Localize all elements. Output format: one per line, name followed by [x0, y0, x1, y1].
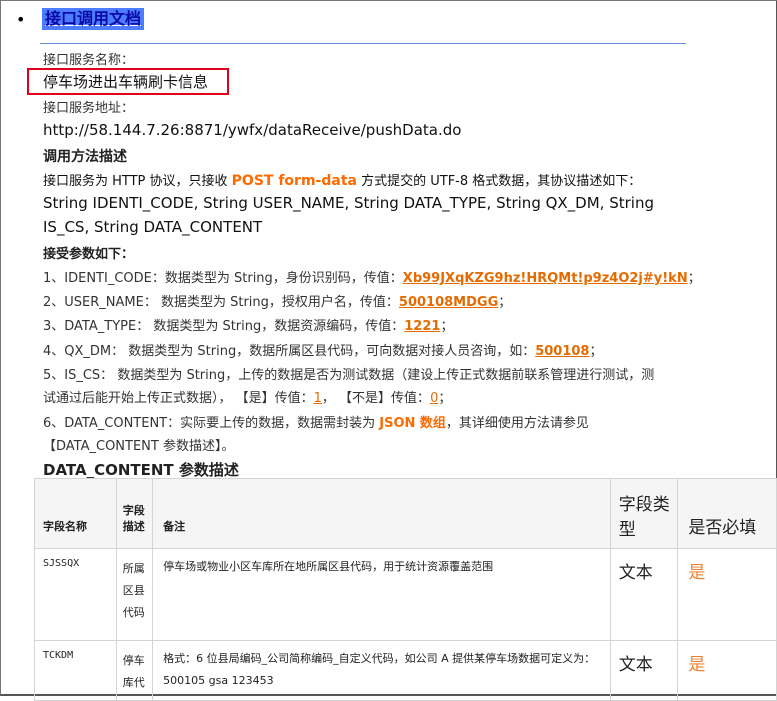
row-field-type: 文本: [609, 548, 679, 641]
header-divider: [40, 43, 686, 44]
table-row: TCKDM 停车库代 格式：6 位县局编码_公司简称编码_自定义代码，如公司 A…: [34, 640, 777, 701]
json-array-highlight: JSON 数组: [379, 416, 446, 431]
signature-line-2: IS_CS, String DATA_CONTENT: [43, 218, 263, 236]
service-address-label: 接口服务地址：: [43, 101, 135, 116]
row-remark: 停车场或物业小区车库所在地所属区县代码，用于统计资源覆盖范围: [152, 548, 611, 641]
highlight-box: [27, 68, 229, 95]
header-field-name: 字段名称: [34, 478, 117, 549]
identi-code-value: Xb99JXqKZG9hz!HRQMt!p9z4O2j#y!kN: [402, 271, 688, 286]
header-field-type: 字段类型: [609, 478, 679, 549]
content-section-heading: DATA_CONTENT 参数描述: [43, 461, 239, 479]
data-type-value: 1221: [404, 319, 441, 334]
service-name-label: 接口服务名称：: [43, 53, 135, 68]
service-address-value: http://58.144.7.26:8871/ywfx/dataReceive…: [43, 121, 462, 139]
param-data-type: 3、DATA_TYPE： 数据类型为 String，数据资源编码，传值：1221…: [43, 319, 454, 334]
row-field-type: 文本: [609, 640, 679, 701]
param-is-cs-line1: 5、IS_CS： 数据类型为 String，上传的数据是否为测试数据（建设上传正…: [43, 368, 655, 383]
row-field-name: SJSSQX: [34, 548, 117, 641]
user-name-value: 500108MDGG: [398, 295, 499, 310]
method-heading: 调用方法描述: [43, 149, 127, 165]
header-field-desc: 字段描述: [115, 478, 154, 549]
param-is-cs-line2: 试通过后能开始上传正式数据）， 【是】传值：1， 【不是】传值：0；: [43, 391, 452, 406]
row-remark: 格式：6 位县局编码_公司简称编码_自定义代码，如公司 A 提供某停车场数据可定…: [152, 640, 611, 701]
qx-dm-value: 500108: [535, 344, 590, 359]
row-field-name: TCKDM: [34, 640, 117, 701]
table-row: SJSSQX 所属区县代码 停车场或物业小区车库所在地所属区县代码，用于统计资源…: [34, 548, 777, 641]
param-identi-code: 1、IDENTI_CODE：数据类型为 String，身份识别码，传值：Xb99…: [43, 271, 701, 286]
param-user-name: 2、USER_NAME： 数据类型为 String，授权用户名，传值：50010…: [43, 295, 512, 310]
method-highlight: POST form-data: [231, 173, 357, 189]
bullet-marker: •: [16, 10, 26, 29]
header-remark: 备注: [152, 478, 611, 549]
param-data-content-ref: 【DATA_CONTENT 参数描述】。: [43, 439, 235, 454]
row-required: 是: [677, 640, 777, 701]
is-cs-yes-value: 1: [313, 391, 322, 406]
api-doc-link[interactable]: 接口调用文档: [42, 8, 145, 30]
method-description: 接口服务为 HTTP 协议，只接收 POST form-data 方式提交的 U…: [43, 173, 642, 189]
param-qx-dm: 4、QX_DM： 数据类型为 String，数据所属区县代码，可向数据对接人员咨…: [43, 344, 603, 359]
signature-line-1: String IDENTI_CODE, String USER_NAME, St…: [43, 194, 654, 212]
table-header-row: 字段名称 字段描述 备注 字段类型 是否必填: [34, 478, 777, 549]
row-field-desc: 停车库代: [115, 640, 154, 701]
header-required: 是否必填: [677, 478, 777, 549]
param-data-content: 6、DATA_CONTENT：实际要上传的数据，数据需封装为 JSON 数组，其…: [43, 416, 589, 431]
row-required: 是: [677, 548, 777, 641]
row-field-desc: 所属区县代码: [115, 548, 154, 641]
data-content-table: 字段名称 字段描述 备注 字段类型 是否必填 SJSSQX 所属区县代码 停车场…: [34, 478, 777, 701]
params-heading: 接受参数如下：: [43, 247, 135, 262]
